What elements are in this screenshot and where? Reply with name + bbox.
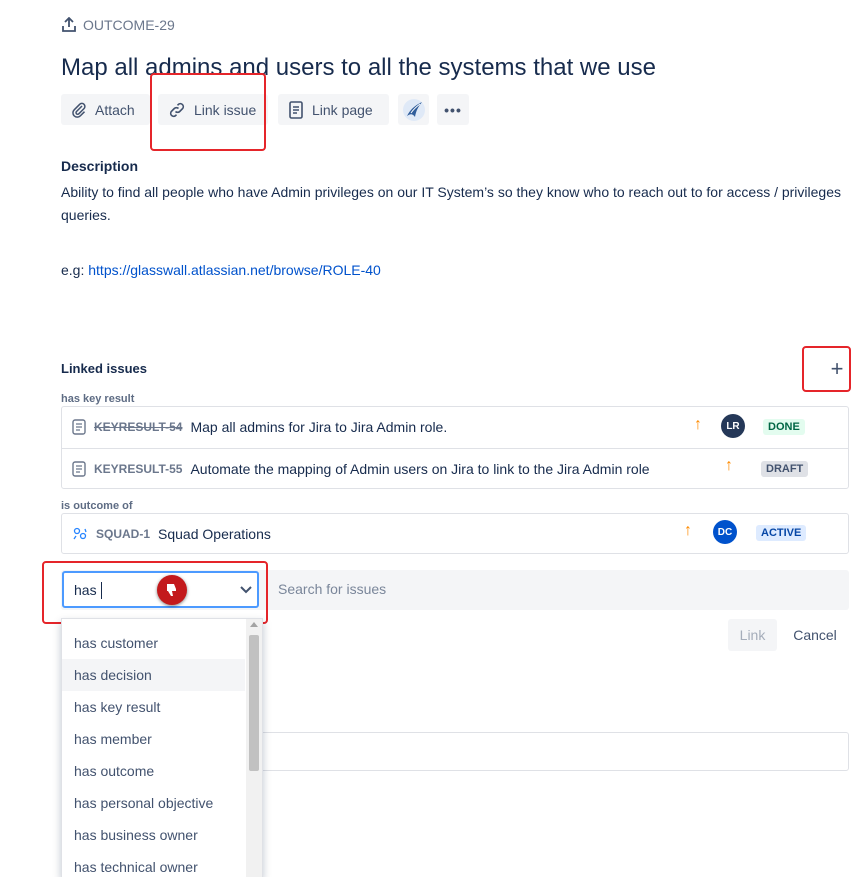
issue-key[interactable]: KEYRESULT-54 [94, 420, 182, 434]
avatar[interactable]: LR [721, 414, 745, 438]
highlight-box-add [802, 346, 851, 392]
dropdown-option[interactable]: has member [62, 723, 245, 755]
scroll-up-arrow-icon[interactable] [250, 622, 258, 627]
linked-issue-row[interactable]: KEYRESULT-55 Automate the mapping of Adm… [62, 449, 848, 489]
link-type-dropdown[interactable]: has customer has decision has key result… [61, 618, 263, 877]
key-result-icon [72, 461, 86, 477]
link-button[interactable]: Link [728, 619, 777, 651]
issue-summary[interactable]: Squad Operations [158, 526, 271, 542]
link-group-label: is outcome of [61, 500, 133, 512]
breadcrumb[interactable]: OUTCOME-29 [61, 17, 175, 33]
squad-icon [73, 527, 87, 540]
link-group-label: has key result [61, 393, 135, 405]
key-result-icon [72, 419, 86, 435]
attach-label: Attach [95, 101, 135, 118]
breadcrumb-issue-key[interactable]: OUTCOME-29 [83, 17, 175, 33]
dropdown-option[interactable]: has personal objective [62, 787, 245, 819]
link-page-button[interactable]: Link page [278, 94, 389, 125]
bird-app-icon [402, 98, 425, 121]
linked-issues-list: KEYRESULT-54 Map all admins for Jira to … [61, 406, 849, 489]
description-example[interactable]: e.g: https://glasswall.atlassian.net/bro… [61, 259, 381, 282]
description-heading: Description [61, 158, 139, 174]
dropdown-option[interactable]: has business owner [62, 819, 245, 851]
comment-input[interactable] [230, 732, 849, 771]
highlight-box-link-issue [150, 73, 266, 151]
avatar[interactable]: DC [713, 520, 737, 544]
status-badge[interactable]: DRAFT [761, 461, 809, 477]
issue-summary[interactable]: Automate the mapping of Admin users on J… [190, 461, 649, 477]
paperclip-icon [72, 102, 86, 118]
description-text[interactable]: Ability to find all people who have Admi… [61, 181, 841, 227]
issue-key[interactable]: KEYRESULT-55 [94, 462, 182, 476]
scrollbar-thumb[interactable] [249, 635, 259, 771]
page-icon [289, 100, 303, 119]
dropdown-option[interactable]: has outcome [62, 755, 245, 787]
issue-summary[interactable]: Map all admins for Jira to Jira Admin ro… [190, 419, 447, 435]
app-button[interactable] [398, 94, 429, 125]
attach-button[interactable]: Attach [61, 94, 150, 125]
status-badge[interactable]: DONE [763, 419, 805, 435]
dropdown-options: has customer has decision has key result… [62, 627, 245, 877]
status-badge[interactable]: ACTIVE [756, 525, 807, 541]
dropdown-option[interactable]: has key result [62, 691, 245, 723]
cancel-button[interactable]: Cancel [784, 619, 846, 651]
example-prefix: e.g: [61, 262, 89, 278]
more-actions-button[interactable]: ••• [437, 94, 469, 125]
dropdown-scrollbar[interactable] [246, 619, 262, 877]
dropdown-option[interactable]: has customer [62, 627, 245, 659]
priority-high-icon: ↑ [694, 416, 702, 433]
issue-key[interactable]: SQUAD-1 [96, 527, 150, 541]
priority-high-icon: ↑ [684, 522, 692, 539]
linked-issues-heading: Linked issues [61, 361, 147, 376]
highlight-box-link-type [42, 561, 268, 624]
linked-issue-row[interactable]: KEYRESULT-54 Map all admins for Jira to … [62, 407, 848, 447]
dropdown-option[interactable]: has technical owner [62, 851, 245, 877]
issue-search-input[interactable]: Search for issues [278, 581, 386, 597]
link-page-label: Link page [312, 101, 373, 118]
example-link[interactable]: https://glasswall.atlassian.net/browse/R… [88, 262, 381, 278]
priority-high-icon: ↑ [725, 457, 733, 474]
dropdown-option-highlighted[interactable]: has decision [62, 659, 245, 691]
linked-issues-list: SQUAD-1 Squad Operations ↑ DC ACTIVE [61, 513, 849, 554]
share-icon [62, 17, 76, 32]
more-icon: ••• [444, 101, 462, 118]
linked-issue-row[interactable]: SQUAD-1 Squad Operations ↑ DC ACTIVE [62, 514, 848, 554]
